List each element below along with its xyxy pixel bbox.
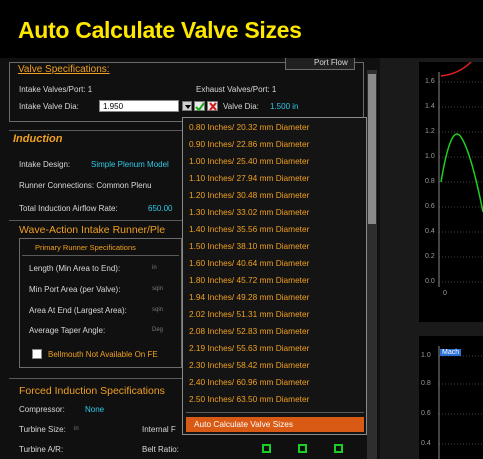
dropdown-item[interactable]: 1.30 Inches/ 33.02 mm Diameter <box>189 204 309 221</box>
mach-chart: Mach 1.0 0.8 0.6 0.4 <box>419 336 483 459</box>
intake-design-label: Intake Design: <box>19 160 71 169</box>
mach-label: Mach <box>440 349 462 356</box>
dropdown-open-button[interactable] <box>182 101 192 111</box>
intake-design-value[interactable]: Simple Plenum Model <box>91 160 169 169</box>
intake-valve-dia-input[interactable]: 1.950 <box>99 100 179 112</box>
belt-ratio-label: Belt Ratio: <box>142 445 179 454</box>
primary-runner-header-rule <box>22 255 179 256</box>
runner-row-label: Average Taper Angle: <box>29 326 106 335</box>
runner-connections-label: Runner Connections: Common Plenu <box>19 181 152 190</box>
valve-specs-header: Valve Specifications: <box>18 64 110 75</box>
close-icon <box>209 102 217 111</box>
dropdown-item[interactable]: 2.50 Inches/ 63.50 mm Diameter <box>189 391 309 408</box>
y-tick: 0.8 <box>421 380 431 387</box>
chevron-down-icon <box>185 105 191 109</box>
dropdown-item[interactable]: 1.60 Inches/ 40.64 mm Diameter <box>189 255 309 272</box>
intake-valve-dia-label: Intake Valve Dia: <box>19 102 79 111</box>
dropdown-item[interactable]: 0.80 Inches/ 20.32 mm Diameter <box>189 119 309 136</box>
induction-header: Induction <box>13 133 63 145</box>
exhaust-valves-port: Exhaust Valves/Port: 1 <box>196 85 277 94</box>
bellmouth-label: Bellmouth Not Available On FE <box>48 350 158 359</box>
valve-dia-label: Valve Dia: <box>223 102 259 111</box>
dropdown-item[interactable]: 2.19 Inches/ 55.63 mm Diameter <box>189 340 309 357</box>
accept-button[interactable] <box>194 101 205 111</box>
valve-size-dropdown: 0.80 Inches/ 20.32 mm Diameter 0.90 Inch… <box>182 117 367 435</box>
port-flow-tab[interactable]: Port Flow <box>285 58 355 70</box>
intake-valves-port: Intake Valves/Port: 1 <box>19 85 93 94</box>
runner-row-unit: Deg <box>152 327 164 333</box>
scrollbar-thumb[interactable] <box>368 74 376 224</box>
x-tick: 0 <box>443 290 447 297</box>
compressor-label: Compressor: <box>19 405 65 414</box>
y-tick: 0.4 <box>421 440 431 447</box>
airflow-rate-value: 650.00 <box>148 204 173 213</box>
runner-row-unit: sqin <box>152 286 164 292</box>
primary-runner-box <box>19 238 182 368</box>
dropdown-item[interactable]: 1.40 Inches/ 35.56 mm Diameter <box>189 221 309 238</box>
dropdown-item[interactable]: 1.50 Inches/ 38.10 mm Diameter <box>189 238 309 255</box>
runner-row-label: Min Port Area (per Valve): <box>29 285 121 294</box>
y-tick: 0.6 <box>425 203 435 210</box>
primary-runner-header: Primary Runner Specifications <box>35 243 136 252</box>
runner-row-unit: sqin <box>152 307 164 313</box>
wave-action-header: Wave-Action Intake Runner/Ple <box>19 224 166 236</box>
y-tick: 0.6 <box>421 410 431 417</box>
bellmouth-checkbox[interactable] <box>32 349 42 359</box>
option-checkbox[interactable] <box>298 444 307 453</box>
cancel-button[interactable] <box>207 101 218 111</box>
turbine-ar-label: Turbine A/R: <box>19 445 64 454</box>
dropdown-item[interactable]: 2.40 Inches/ 60.96 mm Diameter <box>189 374 309 391</box>
dropdown-separator <box>186 412 364 413</box>
y-tick: 1.4 <box>425 103 435 110</box>
runner-row-label: Length (Min Area to End): <box>29 264 121 273</box>
option-checkbox[interactable] <box>262 444 271 453</box>
wave-chart: 1.6 1.4 1.2 1.0 0.8 0.6 0.4 0.2 0.0 0 <box>419 62 483 322</box>
forced-induction-header: Forced Induction Specifications <box>19 385 165 397</box>
dropdown-item[interactable]: 1.10 Inches/ 27.94 mm Diameter <box>189 170 309 187</box>
y-tick: 1.6 <box>425 78 435 85</box>
internal-label: Internal F <box>142 425 176 434</box>
turbine-size-unit: in <box>74 426 79 432</box>
y-tick: 1.0 <box>421 352 431 359</box>
y-tick: 0.0 <box>425 278 435 285</box>
title-banner: Auto Calculate Valve Sizes <box>0 0 483 58</box>
runner-row-unit: in <box>152 265 157 271</box>
dropdown-item[interactable]: 0.90 Inches/ 22.86 mm Diameter <box>189 136 309 153</box>
dropdown-item[interactable]: 2.02 Inches/ 51.31 mm Diameter <box>189 306 309 323</box>
y-tick: 1.2 <box>425 128 435 135</box>
y-tick: 0.8 <box>425 178 435 185</box>
y-tick: 0.2 <box>425 253 435 260</box>
dropdown-item[interactable]: 1.80 Inches/ 45.72 mm Diameter <box>189 272 309 289</box>
dropdown-item[interactable]: 1.94 Inches/ 49.28 mm Diameter <box>189 289 309 306</box>
option-checkbox[interactable] <box>334 444 343 453</box>
dropdown-item[interactable]: 2.30 Inches/ 58.42 mm Diameter <box>189 357 309 374</box>
check-icon <box>195 102 205 111</box>
banner-title: Auto Calculate Valve Sizes <box>18 17 302 43</box>
valve-dia-value: 1.500 in <box>270 102 299 111</box>
y-tick: 0.4 <box>425 228 435 235</box>
y-tick: 1.0 <box>425 153 435 160</box>
compressor-value[interactable]: None <box>85 405 104 414</box>
turbine-size-label: Turbine Size: <box>19 425 66 434</box>
airflow-rate-label: Total Induction Airflow Rate: <box>19 204 118 213</box>
dropdown-item[interactable]: 1.00 Inches/ 25.40 mm Diameter <box>189 153 309 170</box>
runner-row-label: Area At End (Largest Area): <box>29 306 127 315</box>
dropdown-item[interactable]: 2.08 Inches/ 52.83 mm Diameter <box>189 323 309 340</box>
dropdown-item[interactable]: 1.20 Inches/ 30.48 mm Diameter <box>189 187 309 204</box>
port-flow-tab-label: Port Flow <box>314 58 348 67</box>
auto-calculate-valve-sizes-item[interactable]: Auto Calculate Valve Sizes <box>186 417 364 432</box>
